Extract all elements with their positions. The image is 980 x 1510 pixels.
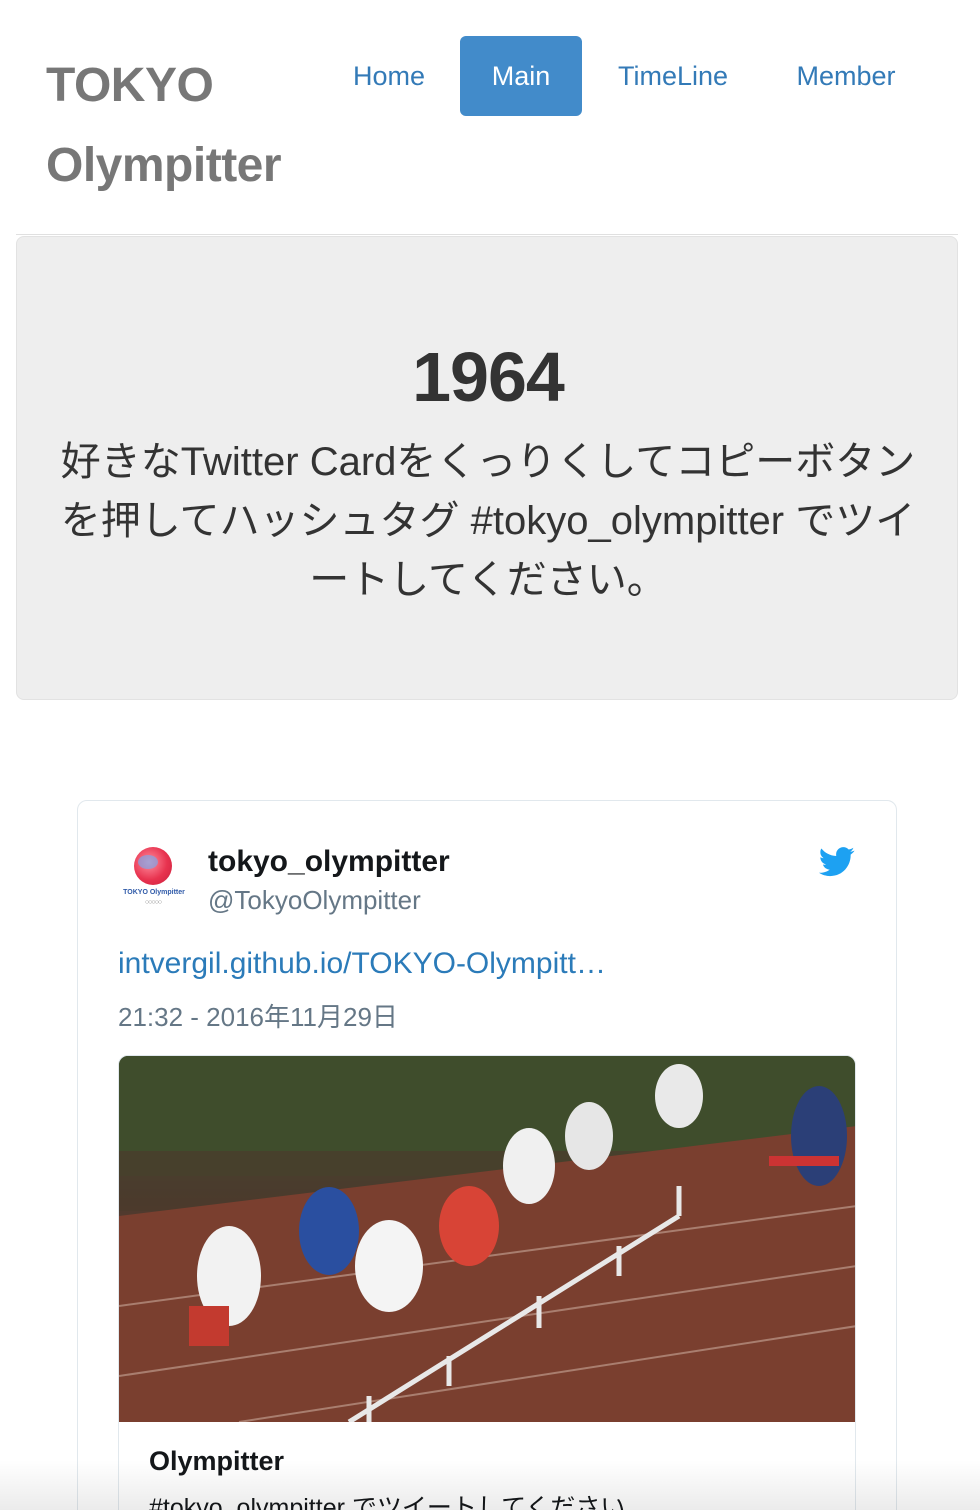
nav-timeline[interactable]: TimeLine — [596, 36, 750, 116]
tweet-handle[interactable]: @TokyoOlympitter — [208, 885, 421, 916]
nav-main[interactable]: Main — [460, 36, 582, 116]
olympitter-logo-icon — [134, 847, 172, 885]
card-description: #tokyo_olympitter でツイートしてください — [149, 1494, 626, 1510]
twitter-bird-icon[interactable] — [818, 847, 856, 877]
nav-home[interactable]: Home — [330, 36, 448, 116]
avatar[interactable]: TOKYO Olympitter ○○○○○ — [118, 845, 190, 917]
tweet-link[interactable]: intvergil.github.io/TOKYO-Olympitt… — [118, 947, 606, 981]
hurdle-race-photo — [119, 1056, 855, 1422]
avatar-logo-text: TOKYO Olympitter — [123, 889, 185, 896]
olympic-rings-icon: ○○○○○ — [144, 899, 162, 906]
header-divider — [16, 234, 958, 235]
instructions-text: 好きなTwitter Cardをくっりくしてコピーボタンを押してハッシュタグ #… — [60, 440, 916, 602]
twitter-card[interactable]: Olympitter #tokyo_olympitter でツイートしてください — [118, 1055, 856, 1510]
page-title: 1964 — [412, 338, 565, 416]
card-title: Olympitter — [149, 1446, 285, 1476]
main-nav: Home Main TimeLine Member — [0, 36, 980, 116]
tweet-timestamp[interactable]: 21:32 - 2016年11月29日 — [118, 997, 398, 1034]
jumbotron: 1964 好きなTwitter Cardをくっりくしてコピーボタンを押してハッシ… — [16, 236, 958, 700]
nav-member[interactable]: Member — [774, 36, 918, 116]
embedded-tweet[interactable]: TOKYO Olympitter ○○○○○ tokyo_olympitter … — [77, 800, 897, 1510]
tweet-display-name[interactable]: tokyo_olympitter — [208, 845, 450, 879]
brand-line-2: Olympitter — [46, 139, 282, 192]
card-photo[interactable] — [119, 1056, 855, 1422]
